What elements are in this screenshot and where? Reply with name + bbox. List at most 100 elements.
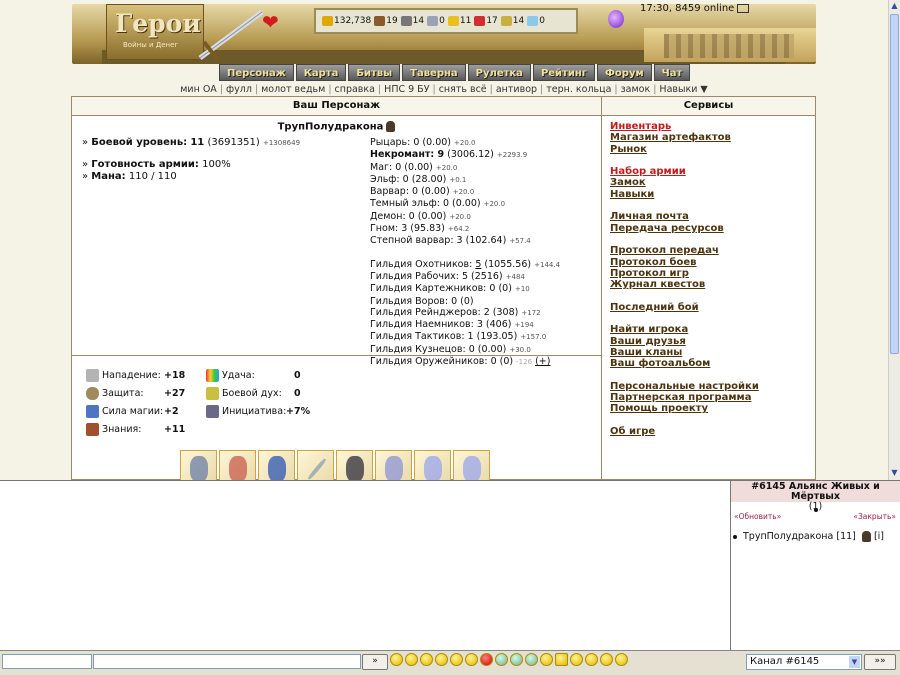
message-input[interactable] [93,654,361,669]
smiley-icon[interactable] [495,653,508,666]
channel-select[interactable]: Канал #6145 ▼ [746,654,862,670]
channel-value: Канал #6145 [750,656,820,667]
boots-slot-icon[interactable] [375,450,412,480]
room-user[interactable]: ТрупПолудракона [11] [i] [733,531,884,542]
chevron-down-icon[interactable]: ▼ [849,656,860,668]
service-link[interactable]: Ваши кланы [610,347,759,358]
channel-send-button[interactable]: »» [864,654,896,670]
faction-points: (3006.12) [447,149,494,161]
smiley-icon[interactable] [600,653,613,666]
nav-button[interactable]: Таверна [402,64,466,81]
send-button[interactable]: » [362,654,388,670]
smiley-icon[interactable] [555,653,568,666]
service-link[interactable]: Помощь проекту [610,403,759,414]
service-link[interactable]: Протокол игр [610,268,759,279]
quick-links: мин ОА | фулл | молот ведьм | справка | НПС 9 БУ… [72,84,816,95]
nav-button[interactable]: Битвы [348,64,401,81]
service-link[interactable]: Журнал квестов [610,279,759,290]
recipient-input[interactable] [2,654,92,669]
refresh-link[interactable]: «Обновить» [734,512,781,521]
smiley-icon[interactable] [405,653,418,666]
quick-link[interactable]: Навыки ▼ [659,84,707,95]
stat-knowledge-value: +11 [164,424,186,435]
quick-link[interactable]: НПС 9 БУ [384,84,429,95]
faction-row: Степной варвар: 3 (102.64) +57.4 [370,235,560,247]
quick-link[interactable]: молот ведьм [261,84,325,95]
smiley-icon[interactable] [570,653,583,666]
smiley-icon[interactable] [390,653,403,666]
nav-button[interactable]: Рулетка [467,64,531,81]
ring-slot-icon[interactable] [453,450,490,480]
nav-button[interactable]: Форум [597,64,652,81]
service-link[interactable]: Последний бой [610,302,759,313]
nav-button[interactable]: Карта [295,64,347,81]
resource-6: 14 [500,16,524,26]
heart-icon[interactable]: ❤ [262,10,279,34]
stat-knowledge-label: Знания: [102,424,142,435]
quick-link[interactable]: снять всё [439,84,487,95]
service-link[interactable]: Навыки [610,189,759,200]
faction-delta: +64.2 [447,225,470,234]
quick-link[interactable]: антивор [496,84,537,95]
nav-button[interactable]: Рейтинг [532,64,595,81]
smiley-icon[interactable] [510,653,523,666]
smiley-icon[interactable] [465,653,478,666]
vertical-scrollbar[interactable]: ▲ ▼ [888,0,900,480]
close-link[interactable]: «Закрыть» [853,512,896,521]
resource-3: 0 [427,16,445,26]
quick-link[interactable]: справка [335,84,375,95]
room-header: #6145 Альянс Живых и Мёртвых (1) [731,481,900,512]
room-user-info[interactable]: [i] [874,531,884,542]
resource-value: 19 [386,16,398,26]
mana-potion-icon[interactable] [608,10,624,28]
service-link[interactable]: Рынок [610,144,759,155]
service-link[interactable]: Инвентарь [610,121,759,132]
service-link[interactable]: Замок [610,177,759,188]
quick-link[interactable]: мин ОА [180,84,217,95]
amulet-slot-icon[interactable] [219,450,256,480]
nav-button[interactable]: Персонаж [219,64,294,81]
smiley-icon[interactable] [525,653,538,666]
logo[interactable]: Герои Войны и Денег [106,4,204,60]
guild-add-button[interactable]: (+) [535,356,550,367]
scroll-down-icon[interactable]: ▼ [890,468,899,478]
mana-value: 110 / 110 [128,171,177,182]
smiley-icon[interactable] [585,653,598,666]
smiley-icon[interactable] [615,653,628,666]
service-link[interactable]: Ваши друзья [610,336,759,347]
weapon-slot-icon[interactable] [297,450,334,480]
quick-link[interactable]: терн. кольца [546,84,611,95]
smiley-icon[interactable] [435,653,448,666]
chat-messages[interactable] [0,480,730,650]
scroll-thumb[interactable] [890,14,899,354]
quick-link[interactable]: фулл [226,84,252,95]
resource-4: 11 [447,16,471,26]
service-link[interactable]: Протокол передач [610,245,759,256]
room-user-name[interactable]: ТрупПолудракона [743,531,833,542]
service-link[interactable]: Ваш фотоальбом [610,358,759,369]
service-link[interactable]: Передача ресурсов [610,223,759,234]
smiley-icon[interactable] [420,653,433,666]
smiley-icon[interactable] [480,653,493,666]
service-link[interactable]: Найти игрока [610,324,759,335]
service-link[interactable]: Об игре [610,426,759,437]
nav-button[interactable]: Чат [653,64,691,81]
cloak-slot-icon[interactable] [258,450,295,480]
clan-icon[interactable] [386,121,396,132]
service-link[interactable]: Личная почта [610,211,759,222]
quick-link[interactable]: замок [621,84,651,95]
service-link[interactable]: Набор армии [610,166,759,177]
stat-defense-label: Защита: [102,388,144,399]
helmet-slot-icon[interactable] [180,450,217,480]
mail-icon[interactable] [737,3,750,13]
armor-slot-icon[interactable] [336,450,373,480]
service-link[interactable]: Магазин артефактов [610,132,759,143]
scroll-up-icon[interactable]: ▲ [890,1,899,11]
smiley-icon[interactable] [450,653,463,666]
service-link[interactable]: Партнерская программа [610,392,759,403]
service-link[interactable]: Персональные настройки [610,381,759,392]
service-link[interactable]: Протокол боев [610,257,759,268]
ring-slot-icon[interactable] [414,450,451,480]
smiley-icon[interactable] [540,653,553,666]
clan-icon[interactable] [861,531,871,542]
